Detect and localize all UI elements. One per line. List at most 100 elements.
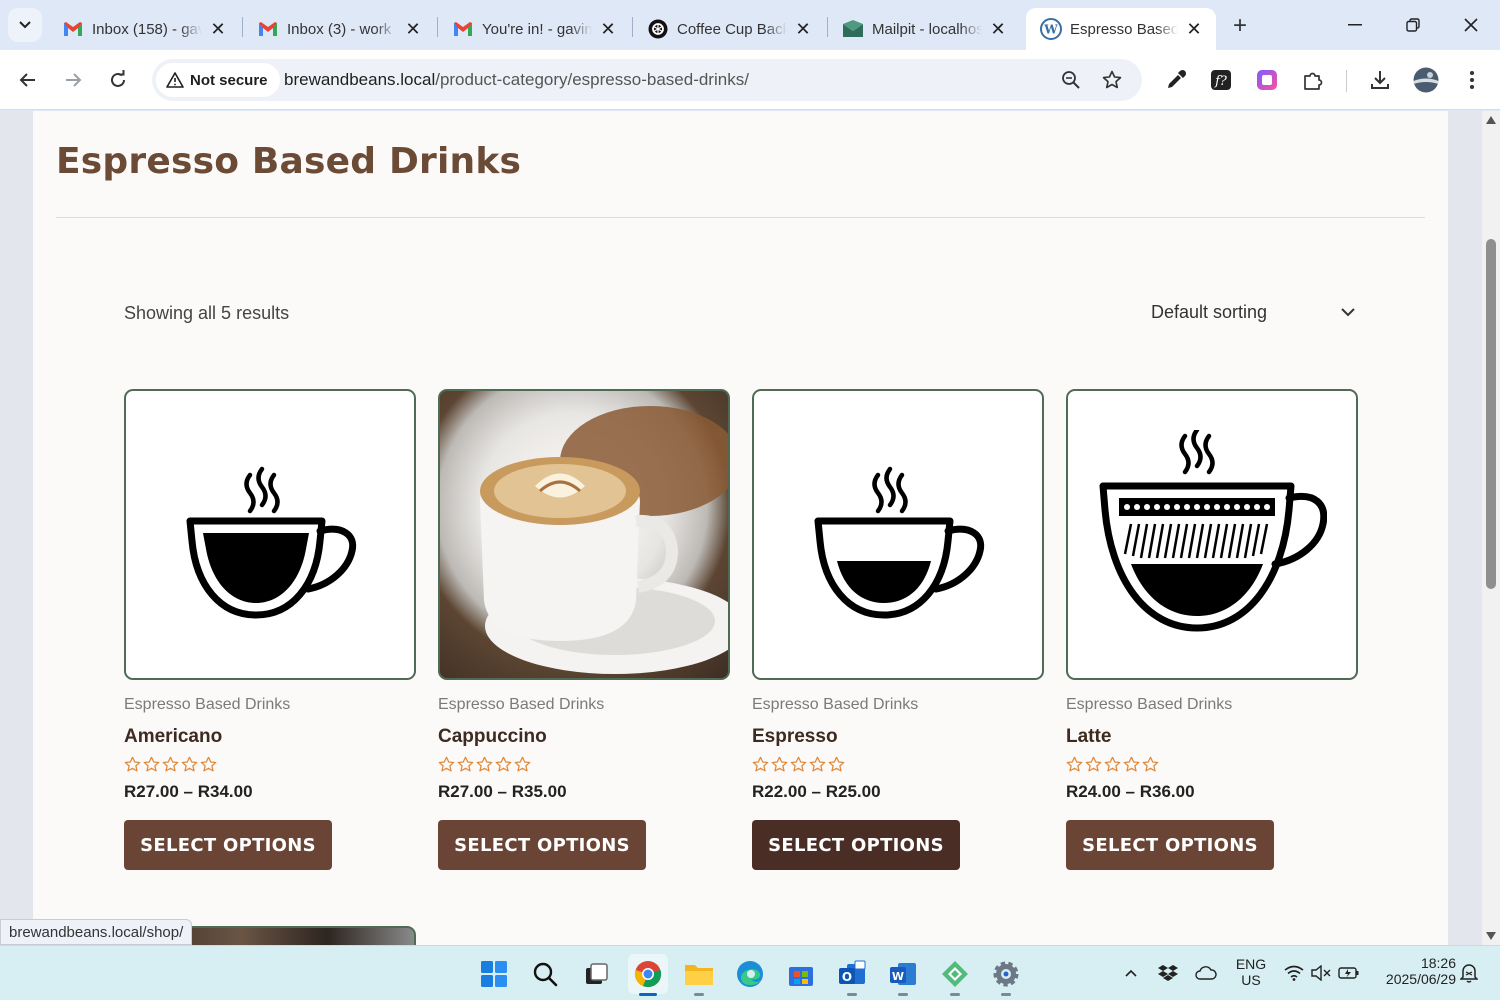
taskbar-chrome[interactable] — [628, 954, 668, 996]
font-extension[interactable]: f? — [1204, 63, 1238, 97]
bookmark-button[interactable] — [1099, 67, 1125, 93]
product-image[interactable] — [752, 389, 1044, 680]
back-button[interactable] — [10, 62, 46, 98]
new-tab-button[interactable]: + — [1226, 12, 1254, 40]
star-outline-icon — [1142, 756, 1159, 772]
chrome-icon — [634, 961, 662, 988]
url-host: brewandbeans.local — [284, 70, 436, 89]
browser-tab[interactable]: Coffee Cup Background ✕ — [633, 8, 825, 50]
close-icon[interactable]: ✕ — [793, 19, 813, 39]
restore-button[interactable] — [1384, 0, 1442, 50]
taskbar-store[interactable] — [781, 954, 821, 994]
address-bar[interactable]: Not secure brewandbeans.local/product-ca… — [152, 59, 1142, 101]
browser-tab[interactable]: Inbox (3) - work ✕ — [243, 8, 435, 50]
security-chip[interactable]: Not secure — [156, 63, 280, 97]
tray-overflow-button[interactable] — [1120, 962, 1142, 984]
language-indicator[interactable]: ENG US — [1234, 956, 1268, 988]
dropbox-tray[interactable] — [1157, 962, 1179, 984]
download-icon — [1371, 71, 1389, 89]
product-image[interactable] — [1066, 389, 1358, 680]
downloads-button[interactable] — [1363, 63, 1397, 97]
browser-tab[interactable]: Mailpit - localhost ✕ — [828, 8, 1020, 50]
shop-page: Espresso Based Drinks Showing all 5 resu… — [33, 111, 1448, 945]
zoom-button[interactable] — [1058, 67, 1084, 93]
star-outline-icon — [790, 756, 807, 772]
product-name[interactable]: Latte — [1066, 726, 1358, 748]
sort-dropdown[interactable]: Default sorting — [1151, 297, 1356, 327]
select-options-button[interactable]: SELECT OPTIONS — [438, 820, 646, 870]
gear-icon — [993, 961, 1019, 987]
product-name[interactable]: Espresso — [752, 726, 1044, 748]
reload-button[interactable] — [100, 62, 136, 98]
keyboard-region: US — [1241, 972, 1261, 988]
word-icon: W — [890, 963, 916, 985]
scrollbar[interactable] — [1482, 111, 1500, 945]
scroll-up-arrow[interactable] — [1485, 115, 1497, 125]
profile-avatar[interactable] — [1409, 63, 1443, 97]
browser-tab[interactable]: You're in! - gavin ✕ — [438, 8, 630, 50]
battery-tray[interactable] — [1338, 962, 1360, 984]
taskbar: O W ENG US 18:26 2025/06/29 — [0, 945, 1500, 1000]
wifi-tray[interactable] — [1283, 962, 1305, 984]
star-outline-icon — [181, 756, 198, 772]
close-icon[interactable]: ✕ — [598, 19, 618, 39]
close-icon[interactable]: ✕ — [988, 19, 1008, 39]
cloud-icon — [1195, 966, 1217, 980]
task-view-button[interactable] — [576, 954, 616, 994]
edge-icon — [737, 961, 763, 987]
menu-button[interactable] — [1455, 63, 1489, 97]
taskbar-outlook[interactable]: O — [832, 954, 872, 996]
volume-tray[interactable] — [1310, 962, 1332, 984]
taskbar-word[interactable]: W — [883, 954, 923, 996]
notification-bell-icon — [1460, 964, 1478, 983]
notifications-button[interactable] — [1458, 962, 1480, 984]
chevron-down-icon — [1341, 308, 1355, 317]
scroll-down-arrow[interactable] — [1485, 931, 1497, 941]
close-icon[interactable]: ✕ — [1184, 19, 1204, 39]
url-text[interactable]: brewandbeans.local/product-category/espr… — [284, 70, 749, 90]
select-options-button[interactable]: SELECT OPTIONS — [752, 820, 960, 870]
minimize-button[interactable] — [1326, 0, 1384, 50]
product-name[interactable]: Americano — [124, 726, 416, 748]
divider — [56, 217, 1425, 218]
product-image[interactable] — [124, 389, 416, 680]
windows-icon — [481, 961, 507, 987]
taskbar-settings[interactable] — [986, 954, 1026, 996]
eyedropper-extension[interactable] — [1159, 63, 1193, 97]
close-icon[interactable]: ✕ — [208, 19, 228, 39]
star-outline-icon — [1123, 756, 1140, 772]
select-options-button[interactable]: SELECT OPTIONS — [124, 820, 332, 870]
scroll-thumb[interactable] — [1486, 239, 1496, 589]
close-icon[interactable]: ✕ — [403, 19, 423, 39]
store-icon — [789, 967, 813, 986]
product-name[interactable]: Cappuccino — [438, 726, 730, 748]
close-window-button[interactable] — [1442, 0, 1500, 50]
product-image[interactable] — [438, 389, 730, 680]
url-path: /product-category/espresso-based-drinks/ — [435, 70, 749, 89]
onedrive-tray[interactable] — [1195, 962, 1217, 984]
task-view-icon — [586, 963, 608, 984]
forward-button[interactable] — [55, 62, 91, 98]
start-button[interactable] — [474, 954, 514, 994]
product-card: Espresso Based Drinks Cappuccino R27.00 … — [438, 389, 730, 870]
product-category: Espresso Based Drinks — [438, 696, 605, 713]
mailpit-icon — [842, 18, 864, 40]
tab-search-button[interactable] — [8, 8, 42, 42]
browser-tab[interactable]: Inbox (158) - gavin ✕ — [48, 8, 240, 50]
svg-text:W: W — [1043, 23, 1058, 37]
close-icon — [1464, 18, 1478, 32]
gradient-extension[interactable] — [1250, 63, 1284, 97]
product-category: Espresso Based Drinks — [124, 696, 291, 713]
taskbar-edge[interactable] — [730, 954, 770, 994]
taskbar-local[interactable] — [935, 954, 975, 996]
minimize-icon — [1348, 24, 1362, 26]
extensions-button[interactable] — [1296, 63, 1330, 97]
taskbar-file-explorer[interactable] — [679, 954, 719, 996]
select-options-button[interactable]: SELECT OPTIONS — [1066, 820, 1274, 870]
battery-charging-icon — [1338, 967, 1359, 979]
search-button[interactable] — [525, 954, 565, 994]
clock[interactable]: 18:26 2025/06/29 — [1372, 955, 1456, 987]
eyedropper-icon — [1168, 69, 1187, 88]
browser-tab-active[interactable]: W Espresso Based Drinks ✕ — [1026, 8, 1216, 50]
star-outline-icon — [162, 756, 179, 772]
